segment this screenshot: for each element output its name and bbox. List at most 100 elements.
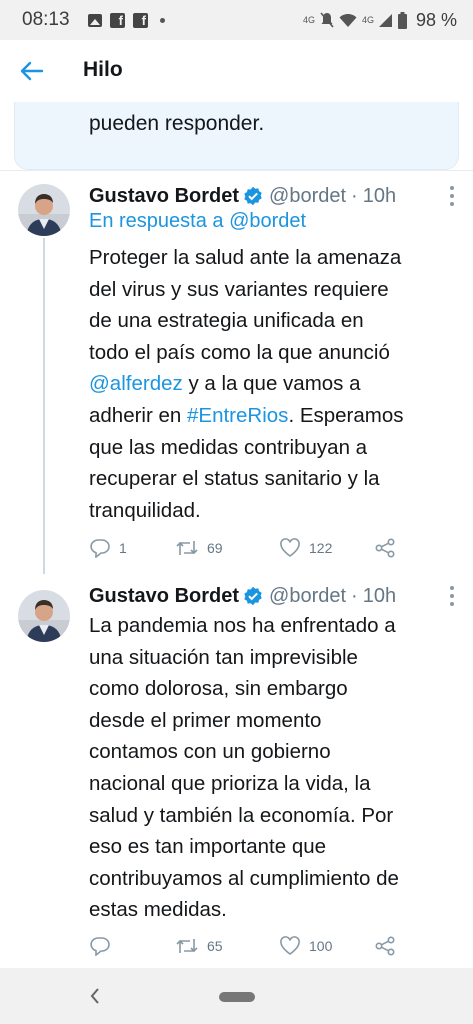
like-button[interactable]: 100 [279,935,332,957]
mute-icon [320,12,334,28]
network-type-label-2: 4G [361,15,374,25]
reply-context: En respuesta a @bordet [89,210,306,233]
tweet-header: Gustavo Bordet @bordet · 10h [89,182,396,210]
tweet-actions: 65 100 [89,935,409,957]
system-navigation-bar [0,968,473,1024]
tweet-text-segment: estas medidas. [89,898,227,922]
header-separator: · [351,184,358,207]
tweet-text-line: Proteger la salud ante la amenaza [89,242,459,274]
tweet-timestamp: 10h [362,584,397,607]
author-name[interactable]: Gustavo Bordet [89,185,239,208]
avatar[interactable] [18,590,70,642]
tweet-text: La pandemia nos ha enfrentado a una situa… [89,610,459,926]
facebook-icon: f [110,12,125,28]
reply-to-handle-link[interactable]: @bordet [229,210,306,232]
tweet-text-segment: La pandemia nos ha enfrentado a [89,614,396,637]
tweet-text-segment: todo el país como la que anunció [89,340,390,364]
system-icons: 4G 4G 98 % [303,8,457,32]
reply-button[interactable] [89,935,119,957]
more-notifications-dot-icon [160,17,165,23]
tweet-text-line: del virus y sus variantes requiere [89,274,459,306]
status-bar: 08:13 f f 4G 4G 98 % [0,0,473,40]
share-button[interactable] [374,935,396,957]
reply-to-label: En respuesta a [89,210,224,232]
more-options-icon[interactable] [449,586,455,606]
retweet-count: 69 [207,540,223,556]
like-count: 100 [309,938,333,954]
tweet-header: Gustavo Bordet @bordet · 10h [89,582,396,610]
battery-icon [397,11,407,29]
tweet-text-line: una situación tan imprevisible [89,642,459,674]
divider [0,170,473,171]
system-back-icon[interactable] [88,986,102,1006]
tweet-text-line: estas medidas. [89,894,459,926]
share-icon [375,538,395,558]
tweet-text-segment: . Esperamos [288,403,404,427]
mention-link[interactable]: @alferdez [89,372,183,395]
tweet-text-line: tranquilidad. [89,495,459,527]
tweet-text-segment: desde el primer momento [89,708,322,732]
avatar-image [18,184,70,236]
tweet-text-line: recuperar el status sanitario y la [89,463,459,495]
tweet[interactable]: Gustavo Bordet @bordet · 10h En respuest… [0,182,473,574]
tweet-text-line: contamos con un gobierno [89,736,459,768]
tweet-text-line: La pandemia nos ha enfrentado a [89,610,459,642]
verified-badge-icon [244,186,262,206]
tweet-text-line: todo el país como la que anunció [89,337,459,369]
thread-connector-line [43,238,45,574]
tweet-text-segment: una situación tan imprevisible [89,645,358,669]
tweet-text-segment: nacional que prioriza la vida, la [89,771,371,795]
header-separator: · [351,584,358,607]
like-button[interactable]: 122 [279,537,332,559]
tweet-text-segment: como dolorosa, sin embargo [89,677,348,701]
back-arrow-icon[interactable] [18,57,46,85]
home-pill-button[interactable] [219,992,255,1002]
reply-button[interactable]: 1 [89,537,127,559]
tweet-timestamp: 10h [362,184,397,207]
facebook-icon: f [133,12,148,28]
share-icon [375,936,395,956]
page-title: Hilo [83,58,123,81]
tweet-actions: 1 69 122 [89,537,409,559]
more-options-icon[interactable] [449,186,455,206]
tweet-text-segment: eso es tan importante que [89,835,327,859]
tweet-text-segment: que las medidas contribuyan a [89,435,368,459]
gallery-icon [88,13,102,27]
tweet-text-segment: de una estrategia unificada en [89,309,364,333]
reply-icon [90,937,110,956]
tweet-text-line: como dolorosa, sin embargo [89,673,459,705]
author-handle[interactable]: @bordet [269,185,346,208]
avatar[interactable] [18,184,70,236]
status-time: 08:13 [22,9,70,30]
author-name[interactable]: Gustavo Bordet [89,585,239,608]
hashtag-link[interactable]: #EntreRios [187,404,288,427]
tweet-text-segment: tranquilidad. [89,498,201,522]
verified-badge-icon [244,586,262,606]
like-count: 122 [309,540,333,556]
tweet-text-line: desde el primer momento [89,705,459,737]
retweet-button[interactable]: 69 [175,537,223,559]
tweet-text-line: adherir en #EntreRios. Esperamos [89,400,459,432]
tweet[interactable]: Gustavo Bordet @bordet · 10h La pandemia… [0,582,473,962]
tweet-text-segment: contribuyamos al cumplimiento de [89,866,399,890]
tweet-text: Proteger la salud ante la amenaza del vir… [89,242,459,526]
top-app-bar: Hilo [0,40,473,102]
tweet-text-line: nacional que prioriza la vida, la [89,768,459,800]
tweet-text-segment: Proteger la salud ante la amenaza [89,246,402,269]
reply-icon [90,539,110,558]
tweet-text-segment: y a la que vamos a [182,372,361,396]
share-button[interactable] [374,537,396,559]
tweet-text-line: contribuyamos al cumplimiento de [89,863,459,895]
tweet-text-segment: contamos con un gobierno [89,740,331,764]
quoted-tweet-card[interactable]: pueden responder. [14,102,459,170]
author-handle[interactable]: @bordet [269,585,346,608]
battery-percent: 98 % [415,9,457,30]
quoted-tweet-text: pueden responder. [89,112,265,135]
retweet-icon [176,541,198,555]
signal-icon [378,13,392,27]
tweet-text-line: salud y también la economía. Por [89,800,459,832]
tweet-text-line: que las medidas contribuyan a [89,432,459,464]
retweet-button[interactable]: 65 [175,935,223,957]
avatar-image [18,590,70,642]
tweet-text-segment: del virus y sus variantes requiere [89,277,389,301]
